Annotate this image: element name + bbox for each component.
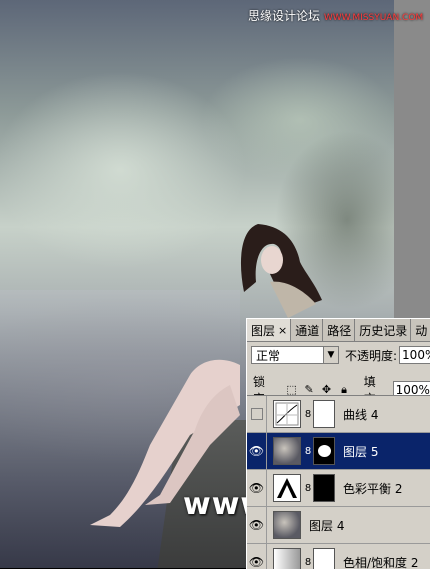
layer-name: 色相/饱和度 2: [343, 554, 419, 569]
watermark-top-text: 思缘设计论坛: [248, 9, 320, 23]
layer-row-layer-5[interactable]: 👁︎ 8 图层 5: [247, 433, 430, 470]
layer-row-curves-4[interactable]: 8 曲线 4: [247, 396, 430, 433]
layer-mask-thumb[interactable]: [313, 548, 335, 569]
layer-name: 图层 4: [309, 517, 344, 534]
layer-thumb: [273, 511, 301, 539]
tab-history[interactable]: 历史记录: [355, 319, 411, 341]
watermark-top: 思缘设计论坛 WWW.MISSYUAN.COM: [248, 7, 423, 24]
blend-mode-select[interactable]: 正常 ▼: [251, 346, 339, 364]
link-icon: 8: [303, 446, 313, 457]
layer-thumb: [273, 437, 301, 465]
eye-icon: 👁︎: [249, 518, 264, 532]
tab-history-label: 历史记录: [359, 323, 407, 339]
opacity-label: 不透明度:: [345, 347, 397, 364]
layer-list: 8 曲线 4 👁︎ 8 图层 5 👁︎ 8 色彩平衡 2 👁︎ 图层 4 👁: [247, 396, 430, 569]
layer-mask-thumb[interactable]: [313, 400, 335, 428]
color-balance-adjustment-icon: [273, 474, 301, 502]
visibility-toggle[interactable]: 👁︎: [247, 544, 267, 569]
eye-icon: 👁︎: [249, 555, 264, 569]
tab-channels-label: 通道: [295, 323, 319, 339]
close-icon[interactable]: ×: [278, 323, 287, 339]
tab-paths[interactable]: 路径: [323, 319, 355, 341]
layer-mask-thumb[interactable]: [313, 437, 335, 465]
tab-actions-label: 动: [415, 323, 427, 339]
tab-actions[interactable]: 动: [411, 319, 430, 341]
link-icon: 8: [303, 409, 313, 420]
hidden-box-icon: [251, 408, 263, 420]
chevron-down-icon[interactable]: ▼: [323, 347, 338, 363]
tab-layers[interactable]: 图层 ×: [247, 319, 291, 341]
layer-name: 色彩平衡 2: [343, 480, 402, 497]
visibility-toggle[interactable]: [247, 396, 267, 432]
layer-row-color-balance-2[interactable]: 👁︎ 8 色彩平衡 2: [247, 470, 430, 507]
layer-row-layer-4[interactable]: 👁︎ 图层 4: [247, 507, 430, 544]
hue-saturation-adjustment-icon: [273, 548, 301, 569]
eye-icon: 👁︎: [249, 444, 264, 458]
link-icon: 8: [303, 483, 313, 494]
visibility-toggle[interactable]: 👁︎: [247, 507, 267, 543]
layer-name: 图层 5: [343, 443, 378, 460]
layer-name: 曲线 4: [343, 406, 378, 423]
curves-adjustment-icon: [273, 400, 301, 428]
blend-mode-value: 正常: [256, 349, 280, 363]
tab-paths-label: 路径: [327, 323, 351, 339]
watermark-top-url: WWW.MISSYUAN.COM: [324, 13, 423, 23]
blend-row: 正常 ▼ 不透明度: 100%: [251, 346, 430, 364]
link-icon: 8: [303, 557, 313, 568]
layer-mask-thumb[interactable]: [313, 474, 335, 502]
tab-channels[interactable]: 通道: [291, 319, 323, 341]
eye-icon: 👁︎: [249, 481, 264, 495]
canvas-gray-area: [394, 0, 430, 318]
layer-row-hue-saturation-2[interactable]: 👁︎ 8 色相/饱和度 2: [247, 544, 430, 569]
visibility-toggle[interactable]: 👁︎: [247, 470, 267, 506]
layers-panel: 图层 × 通道 路径 历史记录 动 正常 ▼ 不透明度: 100% 锁定: ⬚ …: [246, 318, 430, 569]
tab-layers-label: 图层: [251, 323, 275, 339]
opacity-input[interactable]: 100%: [399, 346, 430, 364]
visibility-toggle[interactable]: 👁︎: [247, 433, 267, 469]
panel-tabs: 图层 × 通道 路径 历史记录 动: [247, 319, 430, 342]
